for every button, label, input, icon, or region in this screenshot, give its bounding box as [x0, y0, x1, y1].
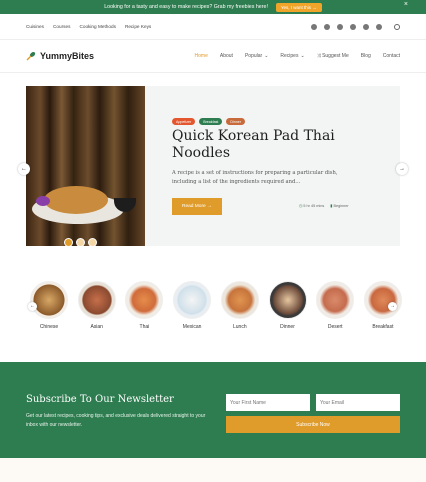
category-label: Dinner: [280, 324, 295, 330]
category-prev-arrow-icon[interactable]: ←: [28, 302, 37, 311]
category-label: Lunch: [233, 324, 247, 330]
utility-bar: Cuisines Courses Cooking Methods Recipe …: [0, 14, 426, 40]
youtube-icon[interactable]: [363, 23, 369, 30]
category-image: [316, 281, 355, 319]
search-icon[interactable]: [394, 23, 400, 30]
category-image: [363, 281, 402, 319]
tag-appetizer[interactable]: Appetizer: [172, 118, 196, 125]
noodles-shape: [44, 186, 108, 214]
category-carousel: Chinese Asian Thai Mexican Lunch Dinner …: [30, 281, 402, 330]
banner-cta-button[interactable]: Yes, I want this →: [275, 2, 322, 12]
hero-image[interactable]: [26, 86, 145, 246]
util-link-cuisines[interactable]: Cuisines: [26, 24, 44, 29]
tag-dinner[interactable]: Dinner: [226, 118, 245, 125]
recipe-meta: ◷ 5 hr 45 mins ▮ Beginner: [299, 203, 349, 208]
cook-time-value: 5 hr 45 mins: [303, 204, 325, 208]
first-name-field[interactable]: [226, 394, 310, 411]
whisk-icon: [26, 52, 36, 61]
twitter-icon[interactable]: [337, 23, 343, 30]
difficulty: ▮ Beginner: [330, 203, 348, 208]
footer-strip: [0, 458, 426, 482]
category-image: [125, 281, 164, 319]
category-label: Desert: [327, 324, 343, 330]
hero-prev-arrow-icon[interactable]: ←: [18, 163, 30, 175]
logo-text: YummyBites: [40, 51, 95, 61]
site-header: YummyBites Home About Popular ⌄ Recipes ⌄ …: [0, 40, 426, 73]
nav-home[interactable]: Home: [195, 53, 208, 59]
utility-links: Cuisines Courses Cooking Methods Recipe …: [26, 24, 151, 29]
email-field[interactable]: [316, 394, 400, 411]
tiktok-icon[interactable]: [376, 23, 382, 30]
logo[interactable]: YummyBites: [26, 51, 94, 61]
nav-popular[interactable]: Popular ⌄: [245, 53, 268, 59]
category-next-arrow-icon[interactable]: →: [388, 302, 397, 311]
nav-about[interactable]: About: [220, 53, 233, 59]
nav-recipes-label: Recipes: [280, 53, 299, 59]
category-image: [77, 281, 116, 319]
hero-action-icons: [64, 238, 97, 246]
hero-title[interactable]: Quick Korean Pad Thai Noodles: [172, 128, 372, 162]
category-desert[interactable]: Desert: [316, 281, 355, 330]
hero-description: A recipe is a set of instructions for pr…: [172, 170, 338, 185]
read-more-button[interactable]: Read More →: [172, 198, 222, 215]
flower-shape: [36, 196, 50, 206]
social-links: [311, 23, 400, 30]
instagram-icon[interactable]: [324, 23, 330, 30]
category-label: Breakfast: [372, 324, 394, 330]
recipe-tags: Appetizer Breakfast Dinner: [172, 118, 245, 125]
category-image: [173, 281, 212, 319]
difficulty-value: Beginner: [333, 204, 349, 208]
top-banner: Looking for a tasty and easy to make rec…: [0, 0, 426, 14]
newsletter-title: Subscribe To Our Newsletter: [26, 394, 174, 405]
nav-blog[interactable]: Blog: [361, 53, 371, 59]
category-mexican[interactable]: Mexican: [173, 281, 212, 330]
chevron-down-icon: ⌄: [264, 53, 269, 59]
category-thai[interactable]: Thai: [125, 281, 164, 330]
category-label: Thai: [139, 324, 150, 330]
facebook-icon[interactable]: [311, 23, 317, 30]
subscribe-button[interactable]: Subscribe Now: [226, 416, 400, 433]
category-label: Asian: [90, 324, 103, 330]
hero-slider: Appetizer Breakfast Dinner Quick Korean …: [26, 86, 400, 246]
nav-suggest-me[interactable]: ⤨ Suggest Me: [317, 53, 349, 59]
share-icon[interactable]: [88, 238, 97, 246]
nav-suggest-label: Suggest Me: [322, 53, 349, 59]
view-icon[interactable]: [76, 238, 85, 246]
util-link-recipe-keys[interactable]: Recipe Keys: [125, 24, 151, 29]
newsletter-description: Get our latest recipes, cooking tips, an…: [26, 413, 206, 428]
hero-next-arrow-icon[interactable]: →: [396, 163, 408, 175]
util-link-cooking-methods[interactable]: Cooking Methods: [79, 24, 115, 29]
category-image: [220, 281, 259, 319]
category-image: [268, 281, 307, 319]
close-icon[interactable]: ×: [404, 1, 408, 8]
chevron-down-icon: ⌄: [300, 53, 305, 59]
pinterest-icon[interactable]: [350, 23, 356, 30]
main-nav: Home About Popular ⌄ Recipes ⌄ ⤨ Suggest M…: [195, 53, 400, 59]
tag-breakfast[interactable]: Breakfast: [199, 118, 223, 125]
nav-popular-label: Popular: [244, 53, 263, 59]
banner-message: Looking for a tasty and easy to make rec…: [104, 4, 268, 10]
nav-contact[interactable]: Contact: [383, 53, 400, 59]
nav-recipes[interactable]: Recipes ⌄: [280, 53, 304, 59]
util-link-courses[interactable]: Courses: [53, 24, 70, 29]
category-label: Chinese: [39, 324, 59, 330]
category-dinner[interactable]: Dinner: [268, 281, 307, 330]
category-label: Mexican: [182, 324, 202, 330]
bookmark-icon[interactable]: [64, 238, 73, 246]
category-asian[interactable]: Asian: [77, 281, 116, 330]
cook-time: ◷ 5 hr 45 mins: [299, 203, 324, 208]
newsletter-section: Subscribe To Our Newsletter Get our late…: [0, 362, 426, 458]
category-lunch[interactable]: Lunch: [220, 281, 259, 330]
category-image: [30, 281, 68, 319]
